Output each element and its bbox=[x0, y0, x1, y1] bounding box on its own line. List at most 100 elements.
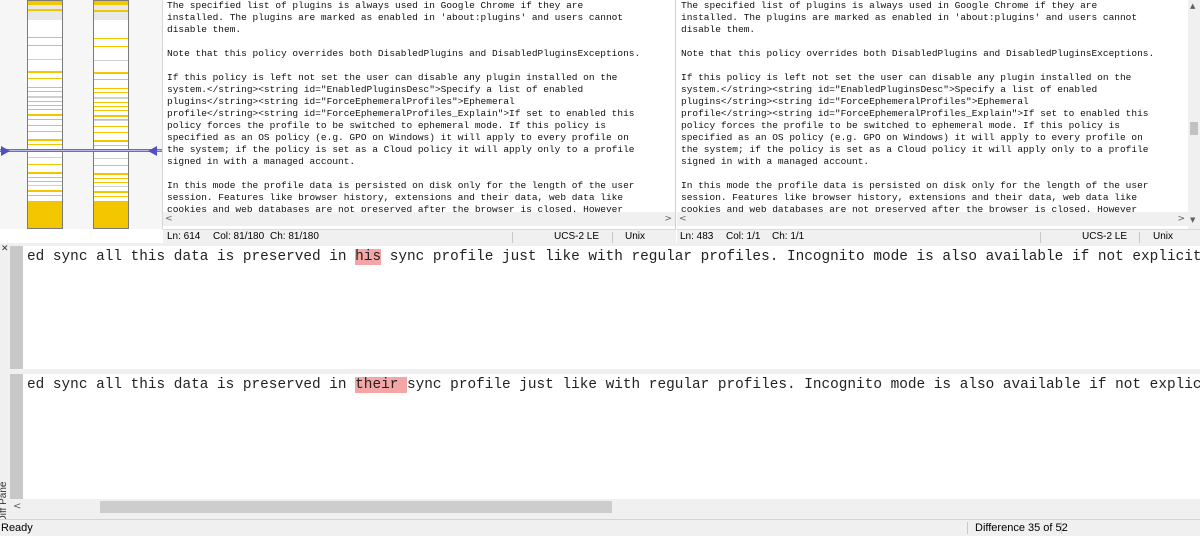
right-file-statusbar: Ln: 483 Col: 1/1 Ch: 1/1 UCS-2 LE Unix bbox=[677, 229, 1200, 244]
status-divider bbox=[1040, 232, 1041, 243]
overview-change-marker bbox=[94, 132, 128, 133]
scrollbar-thumb[interactable] bbox=[100, 501, 612, 513]
overview-change-marker bbox=[94, 10, 128, 12]
marker-right-arrow-icon bbox=[148, 146, 157, 156]
scroll-left-arrow-icon[interactable]: < bbox=[679, 214, 687, 224]
scroll-left-arrow-icon[interactable]: < bbox=[13, 501, 21, 513]
encoding-label: UCS-2 LE bbox=[1082, 231, 1128, 242]
char-number: Ch: 1/1 bbox=[772, 231, 805, 242]
diff-bottom-gutter bbox=[10, 374, 23, 499]
overview-change-marker bbox=[94, 110, 128, 111]
right-horizontal-scrollbar[interactable]: < > bbox=[677, 212, 1188, 226]
overview-change-marker bbox=[28, 96, 62, 98]
diff-right-line[interactable]: ed sync all this data is preserved in th… bbox=[23, 374, 1200, 499]
overview-change-marker bbox=[94, 79, 128, 80]
close-icon[interactable]: ✕ bbox=[1, 245, 9, 254]
overview-change-marker bbox=[94, 120, 128, 121]
line-number: Ln: 614 bbox=[167, 231, 201, 242]
diff-highlight: their bbox=[355, 377, 407, 393]
overview-left-file[interactable] bbox=[27, 0, 63, 229]
overview-change-marker bbox=[94, 46, 128, 47]
eol-label: Unix bbox=[1153, 231, 1174, 242]
right-vertical-scrollbar[interactable]: ▲ ▼ bbox=[1188, 0, 1200, 229]
overview-change-marker bbox=[94, 60, 128, 61]
diff-horizontal-scrollbar[interactable]: < bbox=[10, 499, 1200, 515]
status-divider bbox=[512, 232, 513, 243]
overview-change-marker bbox=[28, 185, 62, 186]
status-text: Ready bbox=[1, 522, 33, 534]
overview-change-marker bbox=[94, 38, 128, 39]
difference-counter: Difference 35 of 52 bbox=[975, 522, 1068, 534]
overview-change-marker bbox=[28, 45, 62, 46]
left-file-pane[interactable]: The specified list of plugins is always … bbox=[163, 0, 676, 229]
column-number: Col: 1/1 bbox=[726, 231, 761, 242]
overview-change-marker bbox=[28, 37, 62, 38]
overview-change-marker bbox=[94, 106, 128, 107]
overview-change-marker bbox=[28, 172, 62, 174]
overview-gap-marker bbox=[94, 5, 128, 20]
overview-change-marker bbox=[28, 109, 62, 110]
eol-label: Unix bbox=[625, 231, 646, 242]
current-view-marker[interactable] bbox=[0, 149, 162, 152]
overview-change-marker bbox=[94, 102, 128, 103]
status-divider bbox=[967, 522, 968, 534]
scroll-right-arrow-icon[interactable]: > bbox=[1177, 214, 1185, 224]
overview-change-marker bbox=[94, 182, 128, 183]
overview-change-marker bbox=[28, 91, 62, 92]
overview-change-marker bbox=[94, 145, 128, 146]
encoding-label: UCS-2 LE bbox=[554, 231, 600, 242]
diff-line-text[interactable]: ed sync all this data is preserved in hi… bbox=[27, 247, 1200, 267]
status-divider bbox=[612, 232, 613, 243]
diff-highlight: his bbox=[355, 249, 382, 265]
status-divider bbox=[1061, 522, 1062, 534]
overview-change-marker bbox=[94, 196, 128, 197]
overview-change-marker bbox=[28, 177, 62, 178]
location-overview[interactable] bbox=[0, 0, 163, 229]
overview-change-marker bbox=[94, 115, 128, 117]
overview-change-marker bbox=[28, 195, 62, 196]
char-number: Ch: 81/180 bbox=[270, 231, 319, 242]
left-horizontal-scrollbar[interactable]: < > bbox=[163, 212, 675, 226]
scroll-up-arrow-icon[interactable]: ▲ bbox=[1190, 2, 1195, 10]
overview-change-marker bbox=[94, 158, 128, 159]
column-number: Col: 81/180 bbox=[213, 231, 265, 242]
overview-change-marker bbox=[28, 190, 62, 192]
overview-change-marker bbox=[28, 59, 62, 60]
overview-change-marker bbox=[28, 114, 62, 116]
overview-change-marker bbox=[28, 78, 62, 79]
diff-line-text[interactable]: ed sync all this data is preserved in th… bbox=[27, 375, 1200, 395]
scroll-down-arrow-icon[interactable]: ▼ bbox=[1190, 216, 1195, 224]
right-file-text[interactable]: The specified list of plugins is always … bbox=[677, 0, 1188, 216]
scroll-left-arrow-icon[interactable]: < bbox=[165, 214, 173, 224]
overview-right-file[interactable] bbox=[93, 0, 129, 229]
overview-change-marker bbox=[28, 105, 62, 106]
overview-change-marker bbox=[94, 165, 128, 166]
overview-change-marker bbox=[94, 140, 128, 142]
overview-change-marker bbox=[94, 201, 128, 228]
overview-change-marker bbox=[28, 201, 62, 228]
scrollbar-thumb[interactable] bbox=[1190, 122, 1198, 135]
right-file-pane[interactable]: The specified list of plugins is always … bbox=[677, 0, 1188, 229]
status-divider bbox=[1139, 232, 1140, 243]
overview-change-marker bbox=[94, 173, 128, 175]
overview-change-marker bbox=[28, 71, 62, 73]
overview-change-marker bbox=[94, 97, 128, 99]
overview-change-marker bbox=[28, 181, 62, 182]
overview-change-marker bbox=[94, 92, 128, 93]
overview-change-marker bbox=[28, 131, 62, 132]
line-number: Ln: 483 bbox=[680, 231, 714, 242]
overview-change-marker bbox=[28, 139, 62, 141]
overview-change-marker bbox=[28, 101, 62, 102]
scroll-right-arrow-icon[interactable]: > bbox=[664, 214, 672, 224]
diff-top-gutter bbox=[10, 246, 23, 369]
overview-gap-marker bbox=[28, 5, 62, 20]
overview-change-marker bbox=[28, 87, 62, 88]
left-file-statusbar: Ln: 614 Col: 81/180 Ch: 81/180 UCS-2 LE … bbox=[163, 229, 676, 244]
overview-gap-marker bbox=[28, 119, 62, 120]
overview-change-marker bbox=[28, 164, 62, 165]
overview-change-marker bbox=[94, 72, 128, 74]
overview-change-marker bbox=[28, 157, 62, 158]
overview-change-marker bbox=[28, 9, 62, 11]
left-file-text[interactable]: The specified list of plugins is always … bbox=[163, 0, 675, 216]
diff-left-line[interactable]: ed sync all this data is preserved in hi… bbox=[23, 246, 1200, 369]
